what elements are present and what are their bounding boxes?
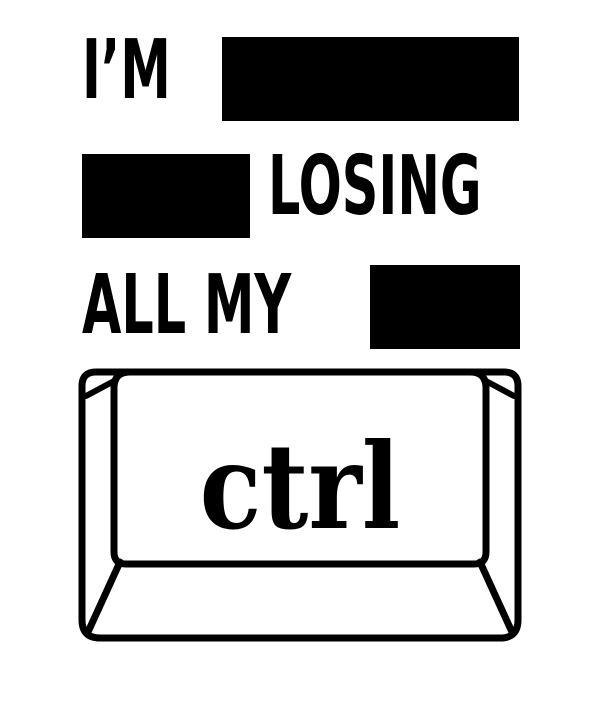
key-label-ctrl: ctrl (200, 418, 401, 556)
keyboard-key-icon: ctrl (78, 368, 522, 642)
poster-artboard: I’M LOSING ALL MY ctrl (0, 0, 600, 720)
